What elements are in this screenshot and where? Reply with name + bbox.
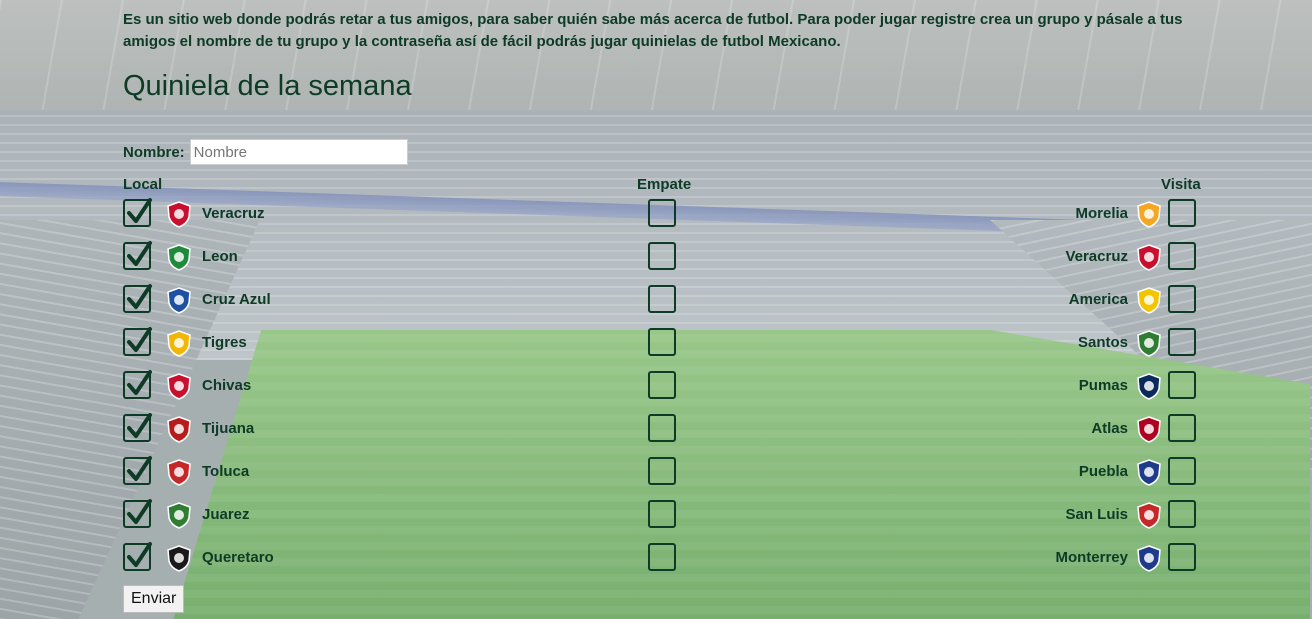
match-row: Veracruz Morelia	[0, 198, 1312, 233]
local-checkbox[interactable]	[123, 413, 152, 442]
visit-checkbox[interactable]	[1168, 457, 1196, 485]
visit-team-crest-icon	[1135, 329, 1163, 357]
draw-checkbox[interactable]	[648, 500, 676, 528]
visit-team-name: Morelia	[1075, 205, 1128, 222]
local-checkbox[interactable]	[123, 241, 152, 270]
visit-checkbox[interactable]	[1168, 285, 1196, 313]
local-team-crest-icon	[165, 372, 193, 400]
visit-team-crest-icon	[1135, 372, 1163, 400]
draw-checkbox[interactable]	[648, 371, 676, 399]
match-row: Tijuana Atlas	[0, 413, 1312, 448]
name-row: Nombre:	[123, 139, 408, 165]
visit-team-crest-icon	[1135, 200, 1163, 228]
visit-checkbox[interactable]	[1168, 242, 1196, 270]
name-input[interactable]	[189, 139, 408, 165]
submit-button[interactable]: Enviar	[123, 585, 185, 613]
local-header: Local	[123, 176, 163, 193]
visit-team-name: San Luis	[1065, 506, 1128, 523]
match-row: Tigres Santos	[0, 327, 1312, 362]
local-team-name: Queretaro	[202, 549, 274, 566]
local-checkbox[interactable]	[123, 370, 152, 399]
draw-checkbox[interactable]	[648, 457, 676, 485]
local-team-crest-icon	[165, 200, 193, 228]
local-team-name: Tijuana	[202, 420, 255, 437]
draw-checkbox[interactable]	[648, 242, 676, 270]
visit-team-name: Pumas	[1078, 377, 1128, 394]
visit-team-crest-icon	[1135, 458, 1163, 486]
draw-checkbox[interactable]	[648, 328, 676, 356]
local-team-crest-icon	[165, 415, 193, 443]
visit-checkbox[interactable]	[1168, 328, 1196, 356]
local-team-crest-icon	[165, 501, 193, 529]
page-title: Quiniela de la semana	[123, 70, 412, 102]
visit-team-crest-icon	[1135, 286, 1163, 314]
visit-team-crest-icon	[1135, 544, 1163, 572]
local-checkbox[interactable]	[123, 327, 152, 356]
local-team-name: Chivas	[202, 377, 252, 394]
local-team-name: Toluca	[202, 463, 250, 480]
local-team-name: Veracruz	[202, 205, 265, 222]
local-team-crest-icon	[165, 243, 193, 271]
local-team-name: Tigres	[202, 334, 247, 351]
visit-checkbox[interactable]	[1168, 371, 1196, 399]
draw-header: Empate	[637, 176, 692, 193]
local-checkbox[interactable]	[123, 198, 152, 227]
visit-checkbox[interactable]	[1168, 414, 1196, 442]
visit-checkbox[interactable]	[1168, 500, 1196, 528]
match-row: Chivas Pumas	[0, 370, 1312, 405]
match-row: Cruz Azul America	[0, 284, 1312, 319]
draw-checkbox[interactable]	[648, 414, 676, 442]
local-team-name: Cruz Azul	[202, 291, 271, 308]
match-row: Leon Veracruz	[0, 241, 1312, 276]
local-team-crest-icon	[165, 286, 193, 314]
local-team-name: Leon	[202, 248, 238, 265]
local-team-crest-icon	[165, 458, 193, 486]
visit-team-name: Atlas	[1091, 420, 1128, 437]
local-checkbox[interactable]	[123, 542, 152, 571]
match-row: Toluca Puebla	[0, 456, 1312, 491]
visit-team-crest-icon	[1135, 243, 1163, 271]
local-team-name: Juarez	[202, 506, 250, 523]
visit-team-name: America	[1068, 291, 1128, 308]
visit-header: Visita	[1161, 176, 1201, 193]
draw-checkbox[interactable]	[648, 543, 676, 571]
visit-team-name: Santos	[1077, 334, 1128, 351]
local-team-crest-icon	[165, 329, 193, 357]
visit-team-name: Veracruz	[1065, 248, 1128, 265]
visit-team-crest-icon	[1135, 415, 1163, 443]
intro-text: Es un sitio web donde podrás retar a tus…	[123, 11, 1183, 50]
visit-checkbox[interactable]	[1168, 199, 1196, 227]
visit-team-name: Puebla	[1078, 463, 1128, 480]
visit-team-crest-icon	[1135, 501, 1163, 529]
local-team-crest-icon	[165, 544, 193, 572]
local-checkbox[interactable]	[123, 499, 152, 528]
match-row: Queretaro Monterrey	[0, 542, 1312, 577]
name-label: Nombre:	[123, 143, 185, 161]
draw-checkbox[interactable]	[648, 285, 676, 313]
visit-checkbox[interactable]	[1168, 543, 1196, 571]
local-checkbox[interactable]	[123, 284, 152, 313]
local-checkbox[interactable]	[123, 456, 152, 485]
visit-team-name: Monterrey	[1055, 549, 1128, 566]
page-content: Es un sitio web donde podrás retar a tus…	[0, 0, 1312, 619]
match-row: Juarez San Luis	[0, 499, 1312, 534]
draw-checkbox[interactable]	[648, 199, 676, 227]
